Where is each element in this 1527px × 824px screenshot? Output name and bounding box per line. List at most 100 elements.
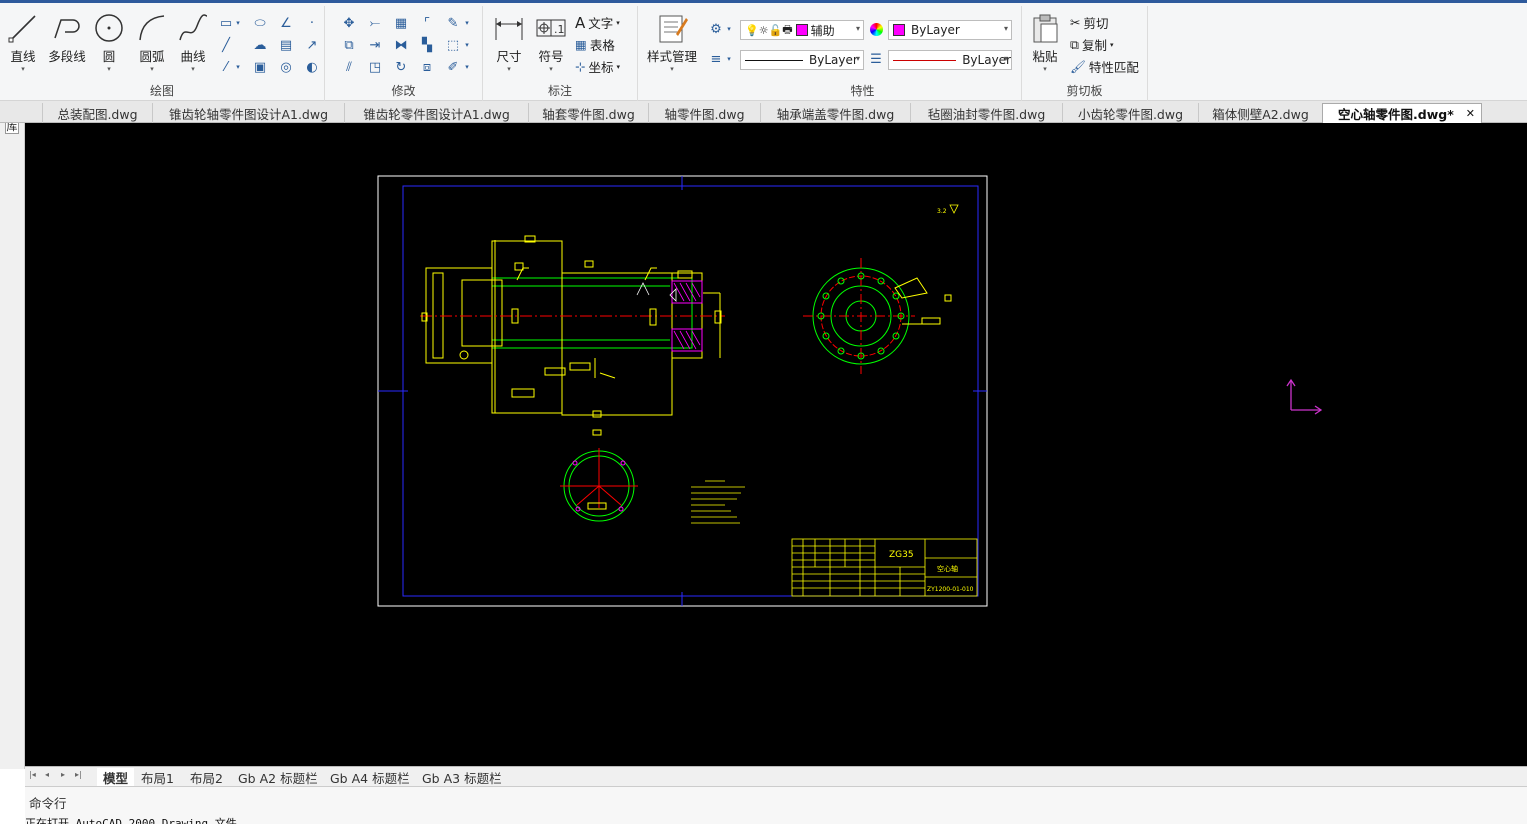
shaft-section-view [420,235,725,436]
layer-name: 辅助 [810,23,835,38]
match-properties-button[interactable]: 🖌 特性匹配 [1070,57,1139,76]
ray-dropdown-icon[interactable]: ▾ [232,58,244,76]
document-tabs: 总装配图.dwg 锥齿轮轴零件图设计A1.dwg 锥齿轮零件图设计A1.dwg … [0,101,1527,123]
offset-icon[interactable]: ⫽ [339,58,359,76]
doc-tab[interactable]: 轴零件图.dwg [648,103,760,123]
arc-icon [136,12,168,44]
donut-icon[interactable]: ◎ [276,58,296,76]
polyline-button[interactable]: 多段线 [44,12,90,65]
scale-icon[interactable]: ◳ [365,58,385,76]
cad-app-window: 直线 ▾ 多段线 圆 ▾ 圆弧 ▾ 曲线 ▾ ▭ ▾ ⬭ ∠ · ╱ ☁ ▤ ↗ ⁄ ▾… [0,0,1527,824]
angle-icon[interactable]: ∠ [276,14,296,32]
stretch-dropdown-icon[interactable]: ▾ [461,36,473,54]
coordinate-label: 坐标 [588,60,614,75]
doc-tab[interactable]: 毡圈油封零件图.dwg [910,103,1062,123]
next-tab-icon[interactable]: ▸ [61,770,65,779]
spline-label: 曲线 [180,49,206,64]
layout-tab[interactable]: 布局1 [141,768,174,786]
boundary-icon[interactable]: ↗ [302,36,322,54]
wipeout-icon[interactable]: ◐ [302,58,322,76]
draw-panel: 直线 ▾ 多段线 圆 ▾ 圆弧 ▾ 曲线 ▾ ▭ ▾ ⬭ ∠ · ╱ ☁ ▤ ↗ ⁄ ▾… [0,6,325,101]
trim-icon[interactable]: ⤚ [365,14,385,32]
list-icon[interactable]: ≡ [706,50,726,68]
paste-label: 粘贴 [1032,49,1058,64]
cut-button[interactable]: ✂ 剪切 [1070,13,1109,32]
region-icon[interactable]: ▣ [250,58,270,76]
command-line: 命令行 正在打开 AutoCAD 2000 Drawing 文件 [25,786,1527,824]
mirror-icon[interactable]: ⧓ [391,36,411,54]
hatch-icon[interactable]: ▤ [276,36,296,54]
coordinate-button[interactable]: ⊹ 坐标 ▾ [575,57,620,76]
circle-label: 圆 [102,49,116,64]
copy-icon: ⧉ [1070,36,1079,52]
symbol-button[interactable]: .1 符号 ▾ [533,12,569,73]
linetype-value: ByLayer [809,53,858,67]
circle-button[interactable]: 圆 ▾ [92,12,126,73]
arc-button[interactable]: 圆弧 ▾ [132,12,172,73]
annotate-panel: 尺寸 ▾ .1 符号 ▾ A 文字 ▾ ▦ 表格 ⊹ 坐标 ▾ 标注 [483,6,638,101]
fillet-icon[interactable]: ⌜ [417,14,437,32]
close-icon[interactable]: ✕ [1466,107,1475,120]
layout-tab-model[interactable]: 模型 [97,768,135,786]
move-icon[interactable]: ✥ [339,14,359,32]
color-wheel-icon[interactable] [866,20,886,38]
array-icon[interactable]: ▦ [391,14,411,32]
layout-tab[interactable]: 布局2 [190,768,223,786]
drawing-canvas[interactable]: 3.2 ZG35 空心轴 ZY1200-01-010 [25,123,1527,769]
layout-tab[interactable]: Gb A3 标题栏 [422,768,502,786]
spline-button[interactable]: 曲线 ▾ [174,12,212,73]
layer-properties-icon[interactable]: ⚙ [706,20,726,38]
edit-icon[interactable]: ✐ [443,58,463,76]
prev-tab-icon[interactable]: ◂ [45,770,49,779]
paintbrush-icon: 🖌 [1070,58,1086,74]
text-button[interactable]: A 文字 ▾ [575,13,620,32]
last-tab-icon[interactable]: ▸| [75,770,82,779]
table-button[interactable]: ▦ 表格 [575,35,615,54]
break-icon[interactable]: ⧈ [417,58,437,76]
explode-icon[interactable]: ▚ [417,36,437,54]
style-manager-button[interactable]: 样式管理 ▾ [642,12,702,73]
lineweight-dropdown[interactable]: ByLayer ▾ [888,50,1012,70]
color-dropdown[interactable]: ByLayer ▾ [888,20,1012,40]
layer-dropdown[interactable]: 💡 ☼ 🔓 🖶 辅助 ▾ [740,20,864,40]
first-tab-icon[interactable]: |◂ [29,770,36,779]
line-button[interactable]: 直线 ▾ [5,12,41,73]
doc-tab[interactable]: 轴套零件图.dwg [528,103,648,123]
linetype-dropdown[interactable]: ByLayer ▾ [740,50,864,70]
doc-tab[interactable]: 锥齿轮轴零件图设计A1.dwg [152,103,344,123]
layer-properties-dropdown-icon[interactable]: ▾ [724,20,734,38]
copy-button[interactable]: ⧉ 复制 ▾ [1070,35,1113,54]
copy-label: 复制 [1081,38,1107,53]
dimension-button[interactable]: 尺寸 ▾ [491,12,527,73]
ellipse-icon[interactable]: ⬭ [250,14,270,32]
scissors-icon: ✂ [1070,15,1081,30]
rotate-icon[interactable]: ↻ [391,58,411,76]
command-label: 命令行 [29,796,67,811]
lineweight-icon[interactable]: ☰ [866,50,886,68]
copy-object-icon[interactable]: ⧉ [339,36,359,54]
stretch-icon[interactable]: ⬚ [443,36,463,54]
point-icon[interactable]: · [302,14,322,32]
revcloud-icon[interactable]: ☁ [250,36,270,54]
doc-tab-active[interactable]: 空心轴零件图.dwg* ✕ [1322,103,1482,123]
doc-tab[interactable]: 箱体侧壁A2.dwg [1198,103,1322,123]
doc-tab[interactable]: 轴承端盖零件图.dwg [760,103,910,123]
extend-icon[interactable]: ⇥ [365,36,385,54]
linetype-preview [745,59,803,61]
paste-button[interactable]: 粘贴 ▾ [1028,12,1062,73]
edit-dropdown-icon[interactable]: ▾ [461,58,473,76]
list-dropdown-icon[interactable]: ▾ [724,50,734,68]
layout-tab[interactable]: Gb A2 标题栏 [238,768,318,786]
doc-tab[interactable]: 锥齿轮零件图设计A1.dwg [344,103,528,123]
lineweight-preview [893,59,957,61]
erase-dropdown-icon[interactable]: ▾ [461,14,473,32]
erase-icon[interactable]: ✎ [443,14,463,32]
layout-tab[interactable]: Gb A4 标题栏 [330,768,410,786]
chevron-down-icon: ▾ [855,54,860,63]
geometric-tolerance-icon: .1 [535,12,567,44]
construction-line-icon[interactable]: ╱ [216,36,236,54]
rectangle-dropdown-icon[interactable]: ▾ [232,14,244,32]
doc-tab[interactable]: 小齿轮零件图.dwg [1062,103,1198,123]
doc-tab[interactable]: 总装配图.dwg [42,103,152,123]
line-icon [7,12,39,44]
